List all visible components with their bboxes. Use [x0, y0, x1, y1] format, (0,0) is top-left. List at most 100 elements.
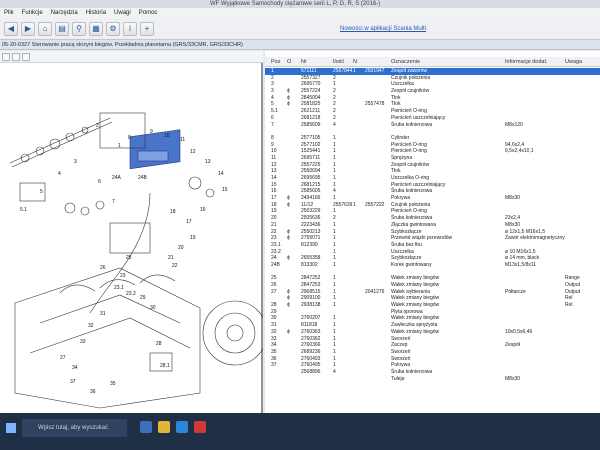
menu-functions[interactable]: Funkcje	[22, 10, 43, 16]
task-view-icon[interactable]	[140, 421, 152, 433]
diagram-callout[interactable]: 18	[170, 209, 176, 215]
table-row[interactable]	[265, 128, 600, 135]
table-row[interactable]: 1 571111 2567844 1 2591947 Zespół zaworów	[265, 68, 600, 75]
menu-file[interactable]: Plik	[4, 10, 14, 16]
table-row[interactable]: 27 ϕ 2968515 1 2041276 Wałek wybierania Półtar…	[265, 289, 600, 296]
info-icon[interactable]: i	[123, 21, 137, 36]
diagram-callout[interactable]: 31	[100, 311, 106, 317]
diagram-callout[interactable]: 6	[98, 179, 101, 185]
diagram-callout[interactable]: 21	[168, 255, 174, 261]
menu-tools[interactable]: Narzędzia	[51, 10, 78, 16]
diagram-callout[interactable]: 9	[150, 129, 153, 135]
diagram-callout[interactable]: 4	[58, 171, 61, 177]
table-row[interactable]: ϕ 2909100 1 Wałek zmiany biegów Rel	[265, 295, 600, 302]
search-icon[interactable]: ⚲	[72, 21, 86, 36]
start-icon[interactable]	[6, 423, 16, 433]
diagram-callout[interactable]: 29	[140, 295, 146, 301]
table-row[interactable]: 37 2760495 1 Pokrywa	[265, 362, 600, 369]
table-row[interactable]: 29 Płyta oporowa	[265, 309, 600, 316]
col-n[interactable]: N	[353, 59, 357, 65]
diagram-callout[interactable]: 24A	[112, 175, 122, 181]
diagram-callout[interactable]: 3	[74, 159, 77, 165]
diagram-callout[interactable]: 22	[172, 263, 178, 269]
taskbar-search[interactable]: Wpisz tutaj, aby wyszukać	[22, 419, 127, 437]
table-row[interactable]: 2 2557327 2 Czujnik położenia	[265, 75, 600, 82]
table-row[interactable]: 26 2847253 1 Wałek zmiany biegów Output	[265, 282, 600, 289]
diagram-callout[interactable]: 35	[110, 381, 116, 387]
table-row[interactable]: 3 2695770 1 Uszczelka	[265, 81, 600, 88]
zoom-icon[interactable]: +	[140, 21, 154, 36]
diagram-callout[interactable]: 25	[126, 255, 132, 261]
diagram-callout[interactable]: 20	[178, 245, 184, 251]
forward-icon[interactable]: ▶	[21, 21, 35, 36]
table-row[interactable]: 22 ϕ 2550213 1 Szybkozłącze ø 12x1,5 M16x1,5	[265, 229, 600, 236]
diagram-callout[interactable]: 34	[72, 365, 78, 371]
table-row[interactable]: 10 1525441 1 Pierścień O-ring 9,5x2,4x10,1	[265, 148, 600, 155]
table-row[interactable]	[265, 269, 600, 276]
diagram-callout[interactable]: 28.1	[160, 363, 170, 369]
diagram-callout[interactable]: 13	[205, 159, 211, 165]
diagram-callout[interactable]: 30	[150, 305, 156, 311]
diagram-callout[interactable]: 24B	[138, 175, 148, 181]
table-row[interactable]: 21 2223436 1 Złączka gwintowana M8x30	[265, 222, 600, 229]
diagram-callout[interactable]: 1	[118, 143, 121, 149]
table-row[interactable]: 2568896 4 Śruba kołnierzowa	[265, 369, 600, 376]
table-row[interactable]: 24 ϕ 2655358 1 Szybkozłącze ø 14 mm, black	[265, 255, 600, 262]
diagram-callout[interactable]: 37	[70, 379, 76, 385]
table-row[interactable]: 7 2585609 4 Śruba kołnierzowa M8x120	[265, 122, 600, 129]
table-row[interactable]: 13 2550694 1 Tłok	[265, 168, 600, 175]
diagram-callout[interactable]: 23.1	[114, 285, 124, 291]
diagram-callout[interactable]: 23.2	[126, 291, 136, 297]
diagram-callout[interactable]: 2	[96, 123, 99, 129]
diagram-callout[interactable]: 36	[90, 389, 96, 395]
table-row[interactable]: 4 ϕ 2845004 2 Tłok	[265, 95, 600, 102]
diagram-callout[interactable]: 10	[164, 133, 170, 139]
table-row[interactable]: 24B 813302 1 Korek gwintowany M13x1,5/8x11	[265, 262, 600, 269]
diagram-callout[interactable]: 23	[120, 273, 126, 279]
exploded-diagram[interactable]: 123455.167891011121314151617181920212223…	[0, 63, 263, 413]
table-row[interactable]: 14 2695695 1 Uszczelka O-ring	[265, 175, 600, 182]
diagram-callout[interactable]: 28	[156, 341, 162, 347]
diagram-callout[interactable]: 7	[112, 199, 115, 205]
table-row[interactable]: 5.1 2621211 2 Pierścień O-ring	[265, 108, 600, 115]
app-icon[interactable]	[194, 421, 206, 433]
col-pos[interactable]: Poz	[271, 59, 280, 65]
diagram-callout[interactable]: 15	[222, 187, 228, 193]
table-row[interactable]: 23.1 812390 1 Śruba bez łbu	[265, 242, 600, 249]
table-row[interactable]: 6 2681218 2 Pierścień uszczelniający	[265, 115, 600, 122]
col-o[interactable]: O	[287, 59, 291, 65]
table-row[interactable]: 17 ϕ 2494166 1 Pokrywa M8x30	[265, 195, 600, 202]
table-row[interactable]: 23 ϕ 2755071 1 Przewód wiązki przewodów Zawór…	[265, 235, 600, 242]
menu-help[interactable]: Pomoc	[139, 10, 158, 16]
diagram-callout[interactable]: 27	[60, 355, 66, 361]
back-icon[interactable]: ◀	[4, 21, 18, 36]
table-row[interactable]: 16 2585605 4 Śruba kołnierzowa	[265, 188, 600, 195]
file-explorer-icon[interactable]	[158, 421, 170, 433]
diagram-callout[interactable]: 5	[40, 189, 43, 195]
table-row[interactable]: 9 2577102 1 Pierścień O-ring 94,6x2,4	[265, 142, 600, 149]
diagram-callout[interactable]: 32	[88, 323, 94, 329]
diagram-callout[interactable]: 19	[190, 235, 196, 241]
menu-notes[interactable]: Uwagi	[114, 10, 131, 16]
col-qty[interactable]: Ilość	[333, 59, 344, 65]
diagram-callout[interactable]: 26	[100, 265, 106, 271]
table-row[interactable]: 36 2760493 1 Sworzeń	[265, 356, 600, 363]
col-info[interactable]: Informacje dodat.	[505, 59, 548, 65]
notice-link[interactable]: Nowości w aplikacji Scania Multi	[340, 26, 426, 32]
diagram-callout[interactable]: 33	[80, 339, 86, 345]
table-row[interactable]: 15 2681215 1 Pierścień uszczelniający	[265, 182, 600, 189]
table-row[interactable]: 12 2557225 1 Zespół czujników	[265, 162, 600, 169]
table-row[interactable]: 19 2503229 1 Pierścień O-ring	[265, 208, 600, 215]
col-nr[interactable]: Nr	[301, 59, 307, 65]
diagram-callout[interactable]: 17	[186, 219, 192, 225]
table-row[interactable]: 33 2760362 1 Sworzeń	[265, 336, 600, 343]
table-row[interactable]: 34 2760366 1 Zaczep Zespół	[265, 342, 600, 349]
diagram-callout[interactable]: 5.1	[20, 207, 27, 213]
table-row[interactable]: 23.2 1 Uszczelka ø 10 M16x1,5	[265, 249, 600, 256]
table-row[interactable]: 18 ϕ 11/12 2557639 1 2557222 Czujnik położenia	[265, 202, 600, 209]
cart-icon[interactable]: ▦	[89, 21, 103, 36]
fit-icon[interactable]	[22, 53, 30, 61]
table-row[interactable]: 5 ϕ 2581825 2 2557478 Tłok	[265, 101, 600, 108]
zoom-out-icon[interactable]	[12, 53, 20, 61]
table-row[interactable]: 11 2695711 1 Sprężyna	[265, 155, 600, 162]
